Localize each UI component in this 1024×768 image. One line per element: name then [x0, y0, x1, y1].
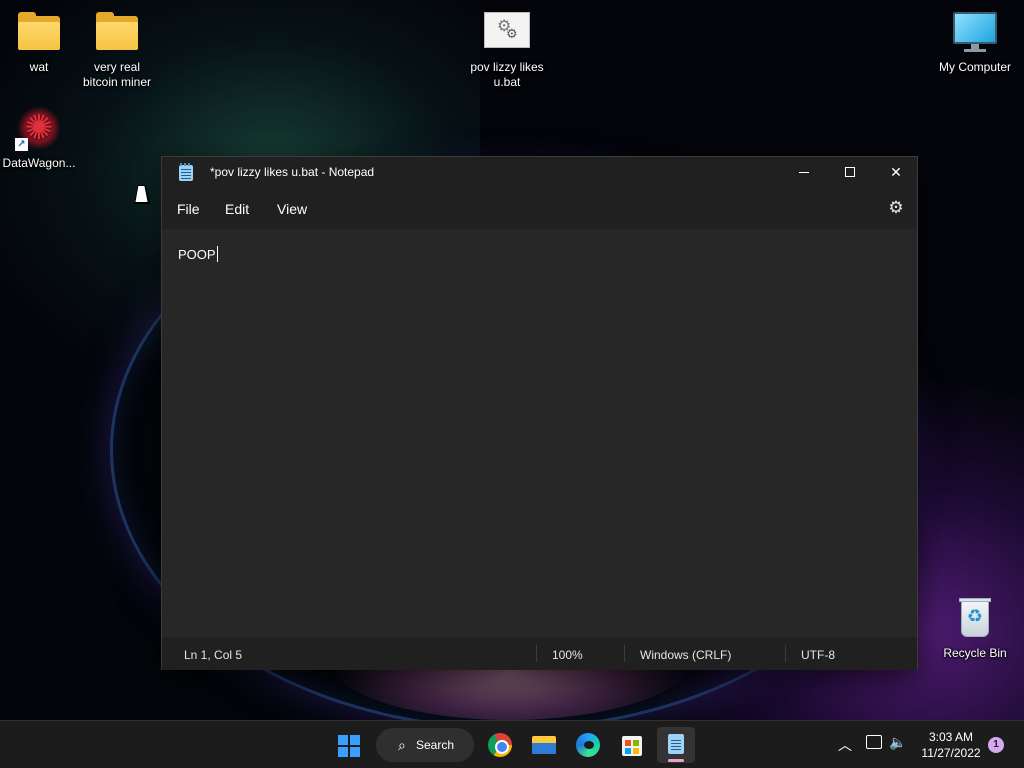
datawagon-shortcut-icon: ✺ ↗: [15, 106, 63, 152]
desktop-icon-wat[interactable]: wat: [0, 12, 79, 75]
status-divider: [624, 645, 625, 662]
close-icon: ✕: [890, 164, 902, 180]
maximize-button[interactable]: [827, 157, 873, 189]
clock-date: 11/27/2022: [921, 746, 981, 760]
taskbar-notepad[interactable]: [657, 727, 695, 763]
notepad-window[interactable]: *pov lizzy likes u.bat - Notepad ✕ File …: [161, 156, 918, 670]
menu-edit[interactable]: Edit: [225, 201, 249, 217]
desktop-icon-label: Recycle Bin: [943, 646, 1007, 660]
desktop-icon-datawagon[interactable]: ✺ ↗ DataWagon...: [0, 106, 79, 171]
status-bar: Ln 1, Col 5 100% Windows (CRLF) UTF-8: [162, 637, 917, 670]
desktop-icon-label: wat: [29, 60, 49, 74]
window-title: *pov lizzy likes u.bat - Notepad: [210, 165, 375, 179]
close-button[interactable]: ✕: [873, 157, 919, 189]
chrome-icon: [488, 733, 512, 757]
menu-view[interactable]: View: [277, 201, 307, 217]
status-divider: [785, 645, 786, 662]
status-cursor-position: Ln 1, Col 5: [184, 648, 243, 662]
taskbar-search-button[interactable]: ⌕ Search: [376, 728, 474, 762]
taskbar-clock[interactable]: 3:03 AM 11/27/2022: [912, 729, 990, 761]
desktop-icon-label: very real bitcoin miner: [82, 60, 152, 89]
batch-file-icon: ⚙ ⚙: [483, 12, 531, 56]
desktop-icon-recycle-bin[interactable]: ♻ Recycle Bin: [935, 598, 1015, 661]
notification-badge[interactable]: 1: [988, 737, 1004, 753]
desktop-icon-label: pov lizzy likes u.bat: [470, 60, 544, 89]
folder-icon: [15, 12, 63, 56]
active-app-indicator: [668, 759, 684, 762]
desktop-icon-my-computer[interactable]: My Computer: [935, 12, 1015, 75]
shortcut-arrow-icon: ↗: [15, 138, 28, 151]
notepad-icon: [179, 163, 193, 181]
desktop-icon-bat-file[interactable]: ⚙ ⚙ pov lizzy likes u.bat: [467, 12, 547, 90]
search-label: Search: [416, 738, 455, 752]
search-icon: ⌕: [398, 737, 406, 753]
menu-file[interactable]: File: [177, 201, 200, 217]
folder-icon: [93, 12, 141, 56]
editor-content: POOP: [178, 247, 216, 262]
status-encoding: UTF-8: [801, 648, 835, 662]
taskbar-store[interactable]: [613, 727, 651, 763]
clock-time: 3:03 AM: [928, 730, 974, 744]
window-titlebar[interactable]: *pov lizzy likes u.bat - Notepad ✕: [162, 157, 917, 189]
minimize-button[interactable]: [781, 157, 827, 189]
show-hidden-icons-chevron-icon[interactable]: ︿: [838, 735, 852, 755]
maximize-icon: [845, 167, 855, 177]
recycle-bin-icon: ♻: [951, 598, 999, 642]
menu-bar: File Edit View ⚙: [162, 189, 917, 229]
start-button[interactable]: [330, 727, 368, 763]
status-zoom: 100%: [552, 648, 583, 662]
notepad-icon: [668, 734, 684, 754]
taskbar-edge[interactable]: [569, 727, 607, 763]
volume-icon[interactable]: 🔈: [889, 734, 906, 751]
desktop-icon-label: My Computer: [938, 60, 1012, 74]
edge-icon: [576, 733, 600, 757]
desktop-icon-label: DataWagon...: [2, 156, 76, 170]
minimize-icon: [799, 172, 809, 173]
taskbar-chrome[interactable]: [481, 727, 519, 763]
taskbar: ⌕ Search ︿ 🔈 3:03 AM 11/27/2022 1: [0, 720, 1024, 768]
settings-gear-icon[interactable]: ⚙: [886, 198, 906, 218]
text-caret: [216, 246, 218, 262]
store-icon: [622, 736, 642, 756]
status-line-ending: Windows (CRLF): [640, 648, 732, 662]
network-icon[interactable]: [866, 735, 882, 749]
taskbar-file-explorer[interactable]: [525, 727, 563, 763]
desktop-icon-bitcoin-miner[interactable]: very real bitcoin miner: [77, 12, 157, 90]
monitor-icon: [951, 12, 999, 56]
text-editor-area[interactable]: POOP: [162, 229, 917, 637]
status-divider: [536, 645, 537, 662]
